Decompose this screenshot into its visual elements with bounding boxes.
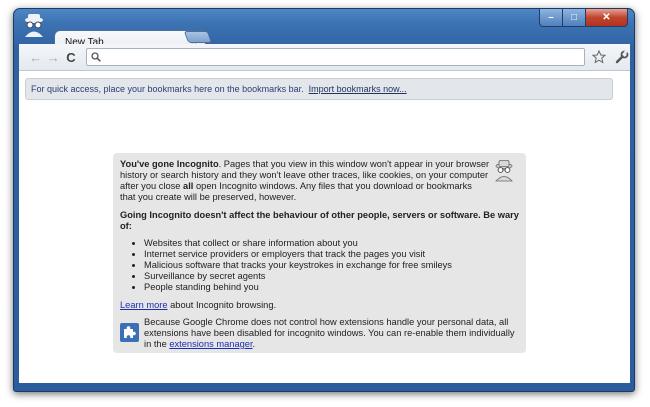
search-icon	[91, 52, 101, 62]
incognito-info-panel: You've gone Incognito. Pages that you vi…	[113, 153, 526, 353]
extensions-text: Because Google Chrome does not control h…	[144, 317, 519, 350]
puzzle-piece-icon	[120, 323, 139, 342]
bookmark-bar-message: For quick access, place your bookmarks h…	[31, 84, 304, 94]
learn-more-text: about Incognito browsing.	[167, 300, 277, 310]
close-window-button[interactable]: ✕	[586, 9, 628, 27]
learn-more-row: Learn more about Incognito browsing.	[120, 300, 519, 311]
caption-controls: – □ ✕	[539, 9, 628, 27]
list-item: People standing behind you	[144, 282, 519, 293]
toolbar: ← → C	[19, 44, 630, 71]
back-icon[interactable]: ←	[27, 48, 45, 66]
star-icon[interactable]	[591, 49, 607, 65]
list-item: Malicious software that tracks your keys…	[144, 260, 519, 271]
wrench-icon[interactable]	[614, 49, 630, 65]
maximize-button[interactable]: □	[563, 9, 586, 27]
wary-list: Websites that collect or share informati…	[144, 238, 519, 293]
list-item: Internet service providers or employers …	[144, 249, 519, 260]
desktop: – □ ✕ New Tab × ← → C	[0, 0, 650, 407]
new-tab-button[interactable]	[183, 31, 213, 43]
list-item: Websites that collect or share informati…	[144, 238, 519, 249]
reload-icon[interactable]: C	[62, 48, 80, 66]
incognito-warning: Going Incognito doesn't affect the behav…	[120, 210, 519, 231]
incognito-intro: You've gone Incognito. Pages that you vi…	[120, 159, 490, 203]
forward-icon[interactable]: →	[45, 48, 63, 66]
incognito-spy-icon	[495, 160, 513, 182]
incognito-title: You've gone Incognito	[120, 159, 219, 169]
learn-more-link[interactable]: Learn more	[120, 300, 168, 310]
extensions-manager-link[interactable]: extensions manager	[169, 339, 252, 349]
incognito-logo-icon	[25, 14, 43, 37]
extensions-notice-end: .	[252, 339, 256, 349]
list-item: Surveillance by secret agents	[144, 271, 519, 282]
extensions-notice: Because Google Chrome does not control h…	[120, 317, 519, 350]
omnibox-input[interactable]	[100, 51, 584, 63]
omnibox[interactable]	[85, 48, 585, 66]
import-bookmarks-link[interactable]: Import bookmarks now...	[309, 84, 407, 94]
minimize-button[interactable]: –	[539, 9, 563, 27]
bookmark-bar: For quick access, place your bookmarks h…	[25, 78, 613, 100]
incognito-intro-all: all	[183, 181, 194, 191]
page-content: For quick access, place your bookmarks h…	[19, 71, 630, 383]
